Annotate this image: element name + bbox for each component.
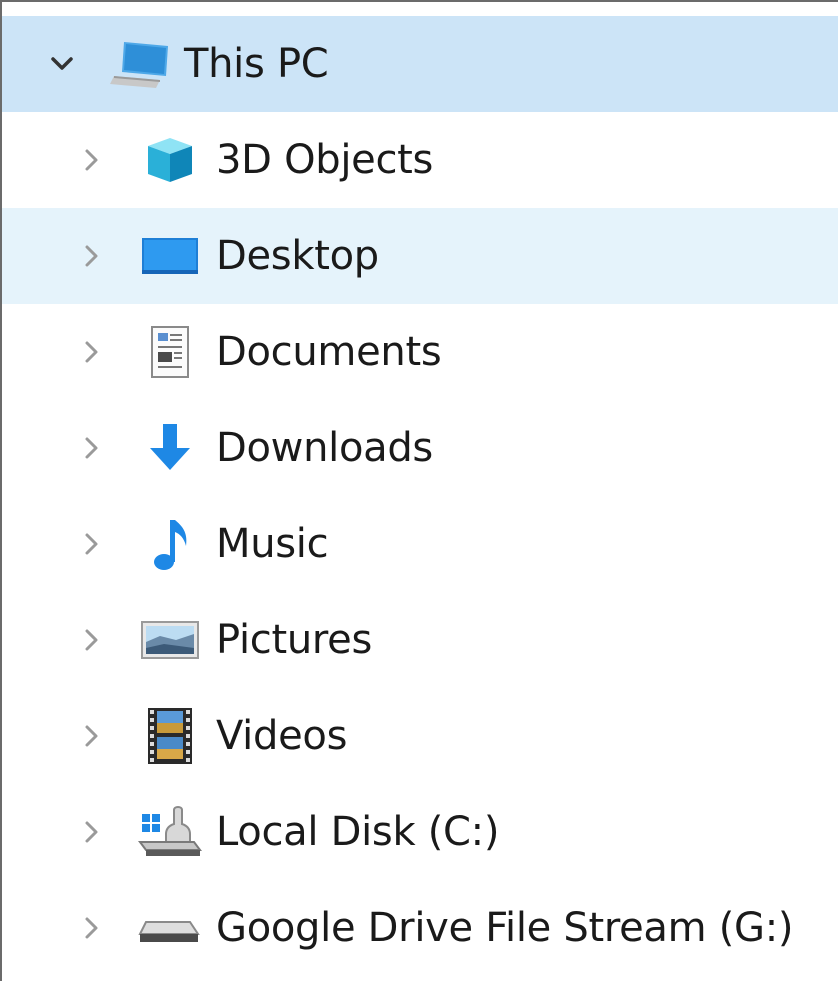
tree-item-label: Documents [216,329,442,375]
chevron-right-icon[interactable] [72,140,112,180]
chevron-right-icon[interactable] [72,524,112,564]
tree-item-label: Google Drive File Stream (G:) [216,905,794,951]
3d-objects-icon [138,128,202,192]
tree-item-local-disk-c[interactable]: Local Disk (C:) [2,784,838,880]
tree-item-label: Desktop [216,233,379,279]
navigation-pane: This PC 3D Objects Desktop Documents Dow… [0,0,838,981]
tree-item-label: 3D Objects [216,137,434,183]
chevron-right-icon[interactable] [72,716,112,756]
tree-item-3d-objects[interactable]: 3D Objects [2,112,838,208]
tree-item-pictures[interactable]: Pictures [2,592,838,688]
chevron-right-icon[interactable] [72,908,112,948]
tree-item-label: Local Disk (C:) [216,809,500,855]
tree-item-desktop[interactable]: Desktop [2,208,838,304]
tree-item-label: Downloads [216,425,433,471]
chevron-right-icon[interactable] [72,428,112,468]
chevron-down-icon[interactable] [42,44,82,84]
tree-item-label: This PC [184,41,329,87]
tree-item-videos[interactable]: Videos [2,688,838,784]
pictures-icon [138,608,202,672]
desktop-icon [138,224,202,288]
videos-icon [138,704,202,768]
chevron-right-icon[interactable] [72,332,112,372]
computer-icon [110,32,174,96]
downloads-icon [138,416,202,480]
local-disk-icon [138,800,202,864]
chevron-right-icon[interactable] [72,236,112,276]
tree-item-this-pc[interactable]: This PC [2,16,838,112]
chevron-right-icon[interactable] [72,620,112,660]
tree-item-music[interactable]: Music [2,496,838,592]
tree-item-label: Videos [216,713,348,759]
chevron-right-icon[interactable] [72,812,112,852]
tree-item-label: Music [216,521,329,567]
documents-icon [138,320,202,384]
tree-item-label: Pictures [216,617,372,663]
drive-icon [138,896,202,960]
tree-item-google-drive-g[interactable]: Google Drive File Stream (G:) [2,880,838,976]
music-icon [138,512,202,576]
tree-item-downloads[interactable]: Downloads [2,400,838,496]
tree-item-documents[interactable]: Documents [2,304,838,400]
